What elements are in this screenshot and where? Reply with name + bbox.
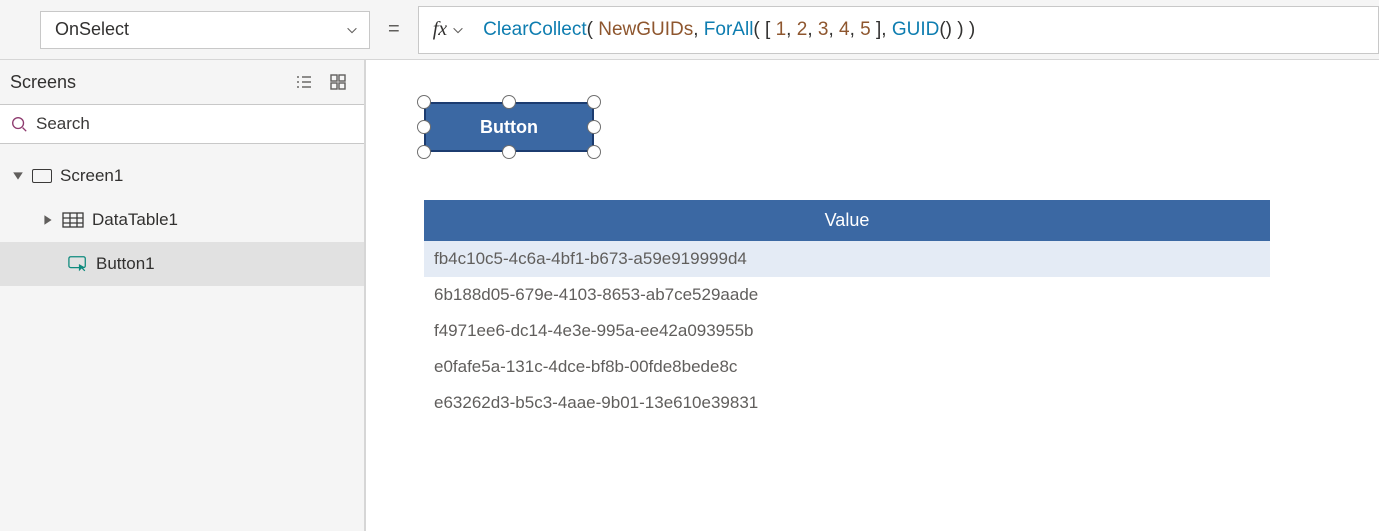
table-icon xyxy=(62,212,84,228)
main-area: Screens Screen1 xyxy=(0,60,1379,531)
selected-button-control[interactable]: Button xyxy=(424,102,594,152)
resize-handle-br[interactable] xyxy=(587,145,601,159)
resize-handle-ml[interactable] xyxy=(417,120,431,134)
list-view-icon[interactable] xyxy=(294,72,314,92)
formula-text[interactable]: ClearCollect( NewGUIDs, ForAll( [ 1, 2, … xyxy=(483,19,975,41)
tree-search[interactable] xyxy=(0,104,364,144)
screen-icon xyxy=(32,168,52,184)
tree-node-datatable1[interactable]: DataTable1 xyxy=(0,198,364,242)
table-row[interactable]: e63262d3-b5c3-4aae-9b01-13e610e39831 xyxy=(424,385,1270,421)
resize-handle-bm[interactable] xyxy=(502,145,516,159)
tree-node-button1[interactable]: Button1 xyxy=(0,242,364,286)
search-input[interactable] xyxy=(36,114,354,134)
canvas-inner: Button Value fb4c10c5-4c6a-4bf1-b673-a59… xyxy=(382,70,1379,531)
resize-handle-tl[interactable] xyxy=(417,95,431,109)
equals-sign: = xyxy=(388,18,400,41)
table-header-value[interactable]: Value xyxy=(424,200,1270,241)
search-icon xyxy=(10,115,28,133)
tree-node-label: Button1 xyxy=(96,254,155,274)
data-table[interactable]: Value fb4c10c5-4c6a-4bf1-b673-a59e919999… xyxy=(424,200,1270,421)
fx-expand-icon[interactable] xyxy=(451,23,465,37)
resize-handle-mr[interactable] xyxy=(587,120,601,134)
button-icon xyxy=(68,256,88,272)
tree-node-label: DataTable1 xyxy=(92,210,178,230)
table-row[interactable]: f4971ee6-dc14-4e3e-995a-ee42a093955b xyxy=(424,313,1270,349)
formula-bar-row: OnSelect = fx ClearCollect( NewGUIDs, Fo… xyxy=(0,0,1379,60)
fx-label: fx xyxy=(433,18,447,41)
tree-header-icons xyxy=(294,72,348,92)
tree-title: Screens xyxy=(10,72,76,93)
chevron-down-icon xyxy=(345,23,359,37)
tree-node-label: Screen1 xyxy=(60,166,123,186)
tree-node-screen1[interactable]: Screen1 xyxy=(0,154,364,198)
screen-tree: Screen1 DataTable1 xyxy=(0,144,364,286)
canvas[interactable]: Button Value fb4c10c5-4c6a-4bf1-b673-a59… xyxy=(365,60,1379,531)
caret-right-icon[interactable] xyxy=(42,214,54,226)
button-label: Button xyxy=(480,117,538,138)
grid-view-icon[interactable] xyxy=(328,72,348,92)
table-row[interactable]: 6b188d05-679e-4103-8653-ab7ce529aade xyxy=(424,277,1270,313)
tree-panel: Screens Screen1 xyxy=(0,60,365,531)
resize-handle-bl[interactable] xyxy=(417,145,431,159)
table-row[interactable]: e0fafe5a-131c-4dce-bf8b-00fde8bede8c xyxy=(424,349,1270,385)
resize-handle-tm[interactable] xyxy=(502,95,516,109)
table-row[interactable]: fb4c10c5-4c6a-4bf1-b673-a59e919999d4 xyxy=(424,241,1270,277)
caret-down-icon[interactable] xyxy=(12,170,24,182)
resize-handle-tr[interactable] xyxy=(587,95,601,109)
tree-header: Screens xyxy=(0,60,364,104)
formula-bar[interactable]: fx ClearCollect( NewGUIDs, ForAll( [ 1, … xyxy=(418,6,1379,54)
property-selector[interactable]: OnSelect xyxy=(40,11,370,49)
property-selector-value: OnSelect xyxy=(55,19,129,40)
